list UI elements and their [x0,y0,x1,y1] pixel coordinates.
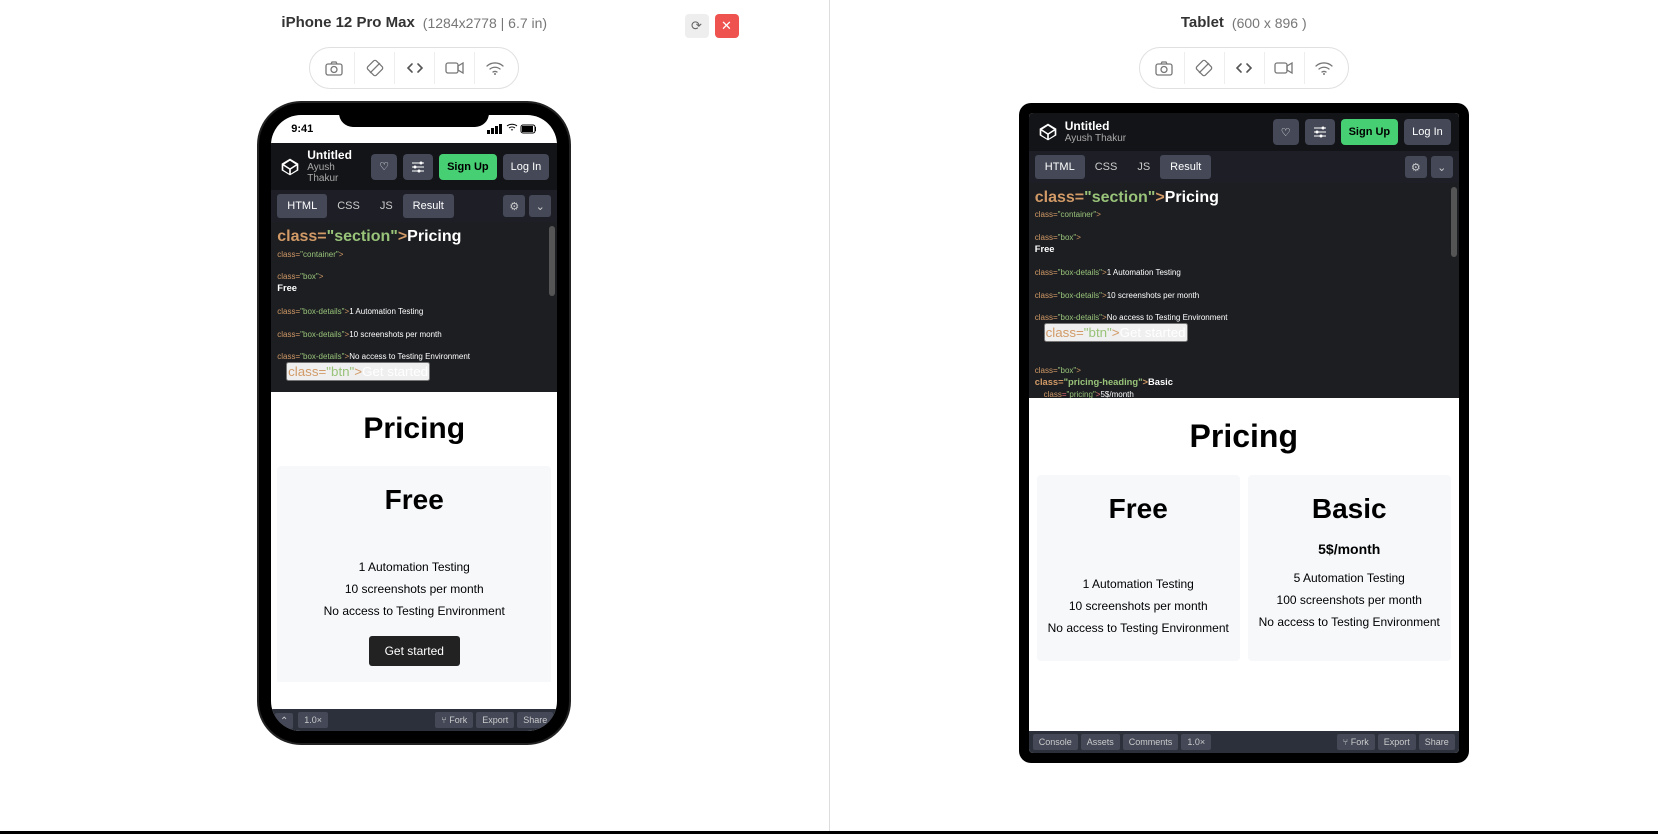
settings-bars-icon[interactable] [1305,119,1335,145]
expand-arrow-icon[interactable]: ⌃ [275,713,293,729]
chevron-down-icon[interactable]: ⌄ [529,195,551,217]
device-subtitle: (1284x2778 | 6.7 in) [423,15,547,31]
device-pane-tablet: Tablet (600 x 896 ) Untitled Ayush Thaku… [829,0,1658,831]
zoom-indicator[interactable]: 1.0× [1181,734,1211,750]
device-pane-iphone: iPhone 12 Pro Max (1284x2778 | 6.7 in) ⟳… [0,0,829,831]
heart-button[interactable]: ♡ [1273,119,1299,145]
export-button[interactable]: Export [476,712,514,728]
share-button[interactable]: Share [1419,734,1455,750]
codepen-tabs: HTML CSS JS Result ⚙ ⌄ [1029,151,1459,183]
video-icon[interactable] [434,52,474,84]
code-editor[interactable]: class="section">Pricingclass="container"… [271,222,557,392]
codepen-header: Untitled Ayush Thakur ♡ Sign Up Log In [271,143,557,190]
wifi-icon[interactable] [1304,52,1344,84]
plan-price: 5$/month [1256,541,1443,557]
codepen-header: Untitled Ayush Thakur ♡ Sign Up Log In [1029,113,1459,151]
plan-feature: 10 screenshots per month [1045,599,1232,613]
login-button[interactable]: Log In [1404,119,1451,145]
devtools-icon[interactable] [394,52,434,84]
plan-name: Basic [1256,493,1443,525]
rotate-icon[interactable] [354,52,394,84]
gear-icon[interactable]: ⚙ [503,195,525,217]
plan-feature: No access to Testing Environment [285,604,543,618]
plan-feature: 10 screenshots per month [285,582,543,596]
plan-feature: 5 Automation Testing [1256,571,1443,585]
pricing-heading: Pricing [1029,398,1459,475]
codepen-footer: ⌃ 1.0× ⑂ Fork Export Share [271,709,557,731]
wifi-icon[interactable] [474,52,514,84]
result-preview: Pricing Free 1 Automation Testing 10 scr… [271,392,557,682]
plan-feature: 1 Automation Testing [285,560,543,574]
pricing-heading: Pricing [271,392,557,466]
assets-button[interactable]: Assets [1081,734,1120,750]
tab-result[interactable]: Result [1160,155,1211,179]
devtools-icon[interactable] [1224,52,1264,84]
status-time: 9:41 [291,123,313,135]
pen-title: Untitled [1065,120,1267,133]
fork-button[interactable]: ⑂ Fork [1337,734,1375,750]
refresh-button[interactable]: ⟳ [685,14,709,38]
signup-button[interactable]: Sign Up [1341,119,1399,145]
tab-css[interactable]: CSS [327,194,370,218]
signup-button[interactable]: Sign Up [439,154,497,180]
comments-button[interactable]: Comments [1123,734,1179,750]
tab-css[interactable]: CSS [1085,155,1128,179]
codepen-logo-icon[interactable] [279,156,301,178]
zoom-indicator[interactable]: 1.0× [298,712,328,728]
plan-name: Free [1045,493,1232,525]
plan-name: Free [285,484,543,516]
settings-bars-icon[interactable] [403,154,433,180]
plan-feature: No access to Testing Environment [1045,621,1232,635]
device-subtitle: (600 x 896 ) [1232,15,1307,31]
device-title: Tablet [1181,14,1224,31]
plan-feature: 100 screenshots per month [1256,593,1443,607]
export-button[interactable]: Export [1378,734,1416,750]
rotate-icon[interactable] [1184,52,1224,84]
get-started-button[interactable]: Get started [369,636,460,666]
pen-author: Ayush Thakur [307,162,365,184]
chevron-down-icon[interactable]: ⌄ [1431,156,1453,178]
fork-button[interactable]: ⑂ Fork [435,712,473,728]
gear-icon[interactable]: ⚙ [1405,156,1427,178]
device-toolbar [309,47,519,89]
camera-icon[interactable] [1144,52,1184,84]
plan-feature: No access to Testing Environment [1256,615,1443,629]
result-preview: Pricing Free 1 Automation Testing 10 scr… [1029,398,1459,718]
device-title: iPhone 12 Pro Max [281,14,414,31]
tab-html[interactable]: HTML [1035,155,1085,179]
console-button[interactable]: Console [1033,734,1078,750]
tab-js[interactable]: JS [370,194,403,218]
codepen-logo-icon[interactable] [1037,121,1059,143]
share-button[interactable]: Share [517,712,553,728]
tab-html[interactable]: HTML [277,194,327,218]
login-button[interactable]: Log In [503,154,550,180]
heart-button[interactable]: ♡ [371,154,397,180]
pen-title: Untitled [307,149,365,162]
codepen-footer: Console Assets Comments 1.0× ⑂ Fork Expo… [1029,731,1459,753]
video-icon[interactable] [1264,52,1304,84]
device-toolbar [1139,47,1349,89]
close-button[interactable]: ✕ [715,14,739,38]
scrollbar[interactable] [1451,187,1457,257]
tab-js[interactable]: JS [1127,155,1160,179]
code-editor[interactable]: class="section">Pricingclass="container"… [1029,183,1459,398]
tablet-frame: Untitled Ayush Thakur ♡ Sign Up Log In H… [1019,103,1469,763]
pen-author: Ayush Thakur [1065,133,1267,144]
scrollbar[interactable] [549,226,555,296]
plan-feature: 1 Automation Testing [1045,577,1232,591]
status-indicators [487,123,537,135]
codepen-tabs: HTML CSS JS Result ⚙ ⌄ [271,190,557,222]
camera-icon[interactable] [314,52,354,84]
tab-result[interactable]: Result [403,194,454,218]
iphone-frame: 9:41 Untitled Ayush Thakur ♡ Sign Up Log [259,103,569,743]
